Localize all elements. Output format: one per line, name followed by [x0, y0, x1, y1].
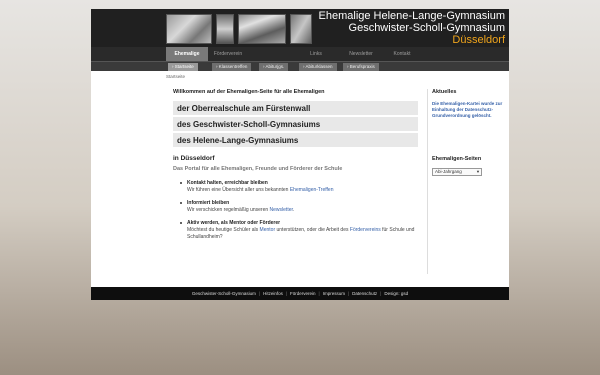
bullet-icon: [180, 182, 182, 184]
nav-item-kontakt[interactable]: Kontakt: [384, 47, 420, 61]
header-photo: [290, 14, 312, 44]
feature-text-part: Wir verschicken regelmäßig unseren: [187, 207, 270, 213]
site-header: Ehemalige Helene-Lange-Gymnasium Geschwi…: [91, 9, 509, 47]
list-item: Aktiv werden, als Mentor oder Förderer M…: [177, 220, 418, 241]
main-column: Willkommen auf der Ehemaligen-Seite für …: [173, 89, 418, 247]
feature-text-part: unterstützen, oder die Arbeit des: [275, 227, 350, 233]
subnav-label: Startseite: [174, 64, 194, 69]
feature-title: Aktiv werden, als Mentor oder Förderer: [187, 220, 281, 226]
abi-jahrgang-select[interactable]: Abi-Jahrgang ▼: [432, 168, 482, 176]
subnav-label: Abiturklassen: [305, 64, 333, 69]
chevron-down-icon: ▼: [476, 169, 480, 174]
column-divider: [427, 89, 428, 274]
footer-link-impressum[interactable]: Impressum: [323, 291, 345, 296]
select-value: Abi-Jahrgang: [435, 169, 462, 174]
mentor-link[interactable]: Mentor: [260, 227, 276, 233]
content-area: Startseite Willkommen auf der Ehemaligen…: [91, 71, 509, 287]
footer-separator: |: [318, 291, 320, 296]
feature-text-part: .: [292, 207, 295, 213]
nav-item-newsletter[interactable]: Newsletter: [341, 47, 381, 61]
feature-text-part: Wir führen eine Übersicht aller uns beka…: [187, 187, 290, 193]
feature-text-part: Möchtest du heutige Schüler als: [187, 227, 260, 233]
subnav-label: Abiturjgs.: [265, 64, 285, 69]
subnav-item-startseite[interactable]: › Startseite: [168, 63, 198, 71]
header-photo: [216, 14, 234, 44]
feature-text: Möchtest du heutige Schüler als Mentor u…: [187, 227, 418, 241]
footer-link-hitzeinfos[interactable]: Hitzeinfos: [263, 291, 283, 296]
footer-link-school[interactable]: Geschwister-Scholl-Gymnasium: [192, 291, 256, 296]
city-heading: in Düsseldorf: [173, 155, 215, 162]
bullet-icon: [180, 222, 182, 224]
nav-item-ehemalige[interactable]: Ehemalige: [166, 47, 208, 61]
footer-separator: |: [258, 291, 261, 296]
subnav-item-berufspraxis[interactable]: › Berufspraxis: [343, 63, 379, 71]
breadcrumb: Startseite: [166, 74, 186, 79]
school-name-box: der Oberrealschule am Fürstenwall: [173, 101, 418, 116]
main-nav: Ehemalige Förderverein Links Newsletter …: [91, 47, 509, 61]
subnav-item-abiturjgs[interactable]: › Abiturjgs.: [259, 63, 289, 71]
footer-link-datenschutz[interactable]: Datenschutz: [352, 291, 377, 296]
subnav-label: Berufspraxis: [349, 64, 375, 69]
feature-list: Kontakt halten, erreichbar bleiben Wir f…: [177, 180, 418, 241]
site-footer: Geschwister-Scholl-Gymnasium | Hitzeinfos |…: [91, 287, 509, 300]
foerdervereins-link[interactable]: Fördervereins: [350, 227, 381, 233]
nav-item-foerderverein[interactable]: Förderverein: [208, 47, 248, 61]
school-name-box: des Helene-Lange-Gymnasiums: [173, 133, 418, 148]
list-item: Kontakt halten, erreichbar bleiben Wir f…: [177, 180, 418, 194]
feature-title: Informiert bleiben: [187, 200, 230, 206]
news-link[interactable]: Die Ehemaligen-Kartei wurde zur Einhaltu…: [432, 101, 507, 119]
header-photo: [166, 14, 212, 44]
subnav-item-abiturklassen[interactable]: › Abiturklassen: [299, 63, 337, 71]
header-photo: [238, 14, 286, 44]
feature-text: Wir führen eine Übersicht aller uns beka…: [187, 187, 418, 194]
header-photo-strip: [166, 14, 316, 44]
feature-text: Wir verschicken regelmäßig unseren Newsl…: [187, 207, 418, 214]
aktuelles-heading: Aktuelles: [432, 89, 457, 95]
footer-separator: |: [285, 291, 288, 296]
subnav-label: Klassentreffen: [218, 64, 248, 69]
site-title-line2: Geschwister-Scholl-Gymnasium: [348, 22, 505, 34]
feature-title: Kontakt halten, erreichbar bleiben: [187, 180, 268, 186]
ehemaligen-treffen-link[interactable]: Ehemaligen-Treffen: [290, 187, 334, 193]
portal-subheading: Das Portal für alle Ehemaligen, Freunde …: [173, 166, 343, 172]
bullet-icon: [180, 202, 182, 204]
subnav-item-klassentreffen[interactable]: › Klassentreffen: [212, 63, 252, 71]
school-name-box: des Geschwister-Scholl-Gymnasiums: [173, 117, 418, 132]
sub-nav: › Startseite › Klassentreffen › Abiturjg…: [91, 61, 509, 71]
welcome-heading: Willkommen auf der Ehemaligen-Seite für …: [173, 89, 325, 95]
site-title-line1: Ehemalige Helene-Lange-Gymnasium: [318, 10, 505, 22]
site-title: Ehemalige Helene-Lange-Gymnasium Geschwi…: [319, 10, 505, 46]
nav-item-links[interactable]: Links: [298, 47, 334, 61]
ehemaligen-seiten-heading: Ehemaligen-Seiten: [432, 156, 482, 162]
sidebar: Aktuelles Die Ehemaligen-Kartei wurde zu…: [432, 89, 507, 176]
newsletter-link[interactable]: Newsletter: [270, 207, 293, 213]
site-title-city: Düsseldorf: [452, 34, 505, 46]
footer-link-foerderverein[interactable]: Förderverein: [290, 291, 316, 296]
site-wrapper: Ehemalige Helene-Lange-Gymnasium Geschwi…: [91, 9, 509, 300]
list-item: Informiert bleiben Wir verschicken regel…: [177, 200, 418, 214]
footer-link-design[interactable]: Design: gsd: [384, 291, 408, 296]
